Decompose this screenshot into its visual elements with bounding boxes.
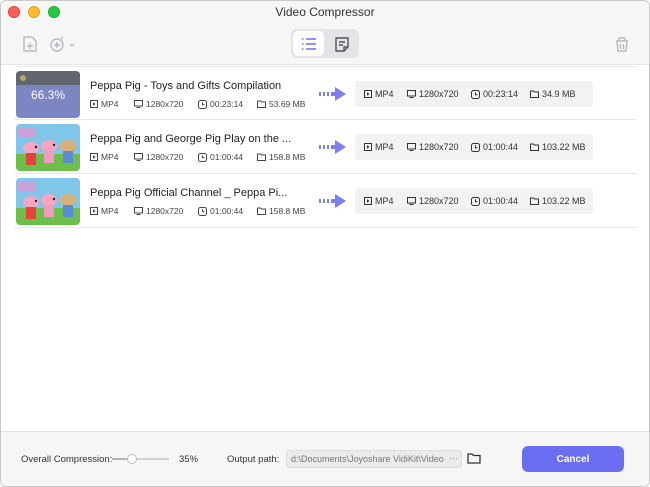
source-resolution: 1280x720 (134, 206, 183, 216)
format-icon (364, 90, 372, 98)
convert-arrow-icon (319, 140, 346, 154)
output-info: MP4 1280x720 01:00:44 103.22 MB (355, 134, 593, 160)
video-row[interactable]: 66.3% Peppa Pig - Toys and Gifts Compila… (14, 66, 636, 120)
convert-arrow-icon (319, 87, 346, 101)
video-list: 66.3% Peppa Pig - Toys and Gifts Compila… (14, 66, 636, 228)
footer-bar: Overall Compression: 35% Output path: d:… (1, 431, 649, 486)
toolbar (1, 23, 649, 65)
source-size: 53.69 MB (257, 99, 305, 109)
output-format: MP4 (364, 89, 394, 99)
monitor-icon (407, 90, 416, 98)
monitor-icon (407, 197, 416, 205)
output-info: MP4 1280x720 01:00:44 103.22 MB (355, 188, 593, 214)
output-format: MP4 (364, 196, 394, 206)
video-row[interactable]: Peppa Pig and George Pig Play on the ...… (14, 120, 636, 174)
compression-slider[interactable] (112, 454, 169, 464)
minimize-window-button[interactable] (28, 6, 40, 18)
detail-view-icon (334, 36, 349, 52)
video-row[interactable]: Peppa Pig Official Channel _ Peppa Pi...… (14, 174, 636, 228)
output-duration: 00:23:14 (471, 89, 518, 99)
output-resolution: 1280x720 (407, 89, 459, 99)
clock-icon (198, 99, 207, 109)
maximize-window-button[interactable] (48, 6, 60, 18)
format-icon (90, 153, 98, 161)
source-format: MP4 (90, 206, 118, 216)
progress-percent: 66.3% (30, 88, 66, 102)
output-path-label: Output path: (227, 454, 280, 465)
compression-slider-knob[interactable] (126, 454, 137, 464)
source-format: MP4 (90, 152, 118, 162)
output-size: 103.22 MB (530, 142, 586, 152)
browse-more-button[interactable]: ··· (446, 451, 461, 467)
monitor-icon (407, 143, 416, 151)
video-name: Peppa Pig Official Channel _ Peppa Pi... (90, 187, 288, 199)
title-bar: Video Compressor (1, 1, 649, 23)
trash-icon[interactable] (611, 33, 633, 55)
output-path-field[interactable]: d:\Documents\Joyoshare VidiKit\Video (286, 450, 462, 468)
source-duration: 01:00:44 (198, 152, 243, 162)
detail-view-button[interactable] (326, 31, 357, 56)
output-duration: 01:00:44 (471, 196, 518, 206)
add-more-icon[interactable] (47, 33, 77, 55)
close-window-button[interactable] (8, 6, 20, 18)
list-view-icon (301, 37, 316, 50)
source-duration: 01:00:44 (198, 206, 243, 216)
clock-icon (471, 196, 480, 206)
compression-label: Overall Compression: (21, 454, 113, 465)
window-controls (8, 6, 60, 18)
source-resolution: 1280x720 (134, 152, 183, 162)
video-thumbnail (16, 124, 80, 171)
output-resolution: 1280x720 (407, 142, 459, 152)
convert-arrow-icon (319, 194, 346, 208)
output-size: 34.9 MB (530, 89, 576, 99)
add-file-icon[interactable] (19, 33, 41, 55)
folder-icon (530, 143, 539, 151)
cartoon-thumbnail-image (16, 124, 80, 171)
window-title: Video Compressor (275, 5, 375, 19)
clock-icon (471, 142, 480, 152)
output-info: MP4 1280x720 00:23:14 34.9 MB (355, 81, 593, 107)
folder-icon (257, 153, 266, 161)
format-icon (364, 143, 372, 151)
monitor-icon (134, 100, 143, 108)
format-icon (90, 100, 98, 108)
folder-icon (530, 90, 539, 98)
folder-icon (530, 197, 539, 205)
video-compressor-window: Video Compressor 66.3% Peppa Pig - Toys … (0, 0, 650, 487)
clock-icon (198, 152, 207, 162)
output-resolution: 1280x720 (407, 196, 459, 206)
compression-value: 35% (179, 454, 199, 465)
cartoon-thumbnail-image (16, 178, 80, 225)
source-resolution: 1280x720 (134, 99, 183, 109)
cancel-button[interactable]: Cancel (522, 446, 624, 472)
open-folder-icon[interactable] (467, 451, 481, 465)
video-thumbnail (16, 178, 80, 225)
source-format: MP4 (90, 99, 118, 109)
clock-icon (471, 89, 480, 99)
output-duration: 01:00:44 (471, 142, 518, 152)
output-format: MP4 (364, 142, 394, 152)
folder-icon (257, 100, 266, 108)
output-size: 103.22 MB (530, 196, 586, 206)
view-switch (291, 29, 359, 58)
list-view-button[interactable] (293, 31, 324, 56)
video-name: Peppa Pig and George Pig Play on the ... (90, 133, 292, 145)
clock-icon (198, 206, 207, 216)
format-icon (364, 197, 372, 205)
monitor-icon (134, 207, 143, 215)
source-duration: 00:23:14 (198, 99, 243, 109)
source-size: 158.8 MB (257, 206, 305, 216)
video-name: Peppa Pig - Toys and Gifts Compilation (90, 80, 282, 92)
video-thumbnail: 66.3% (16, 71, 80, 118)
source-size: 158.8 MB (257, 152, 305, 162)
monitor-icon (134, 153, 143, 161)
folder-icon (257, 207, 266, 215)
format-icon (90, 207, 98, 215)
